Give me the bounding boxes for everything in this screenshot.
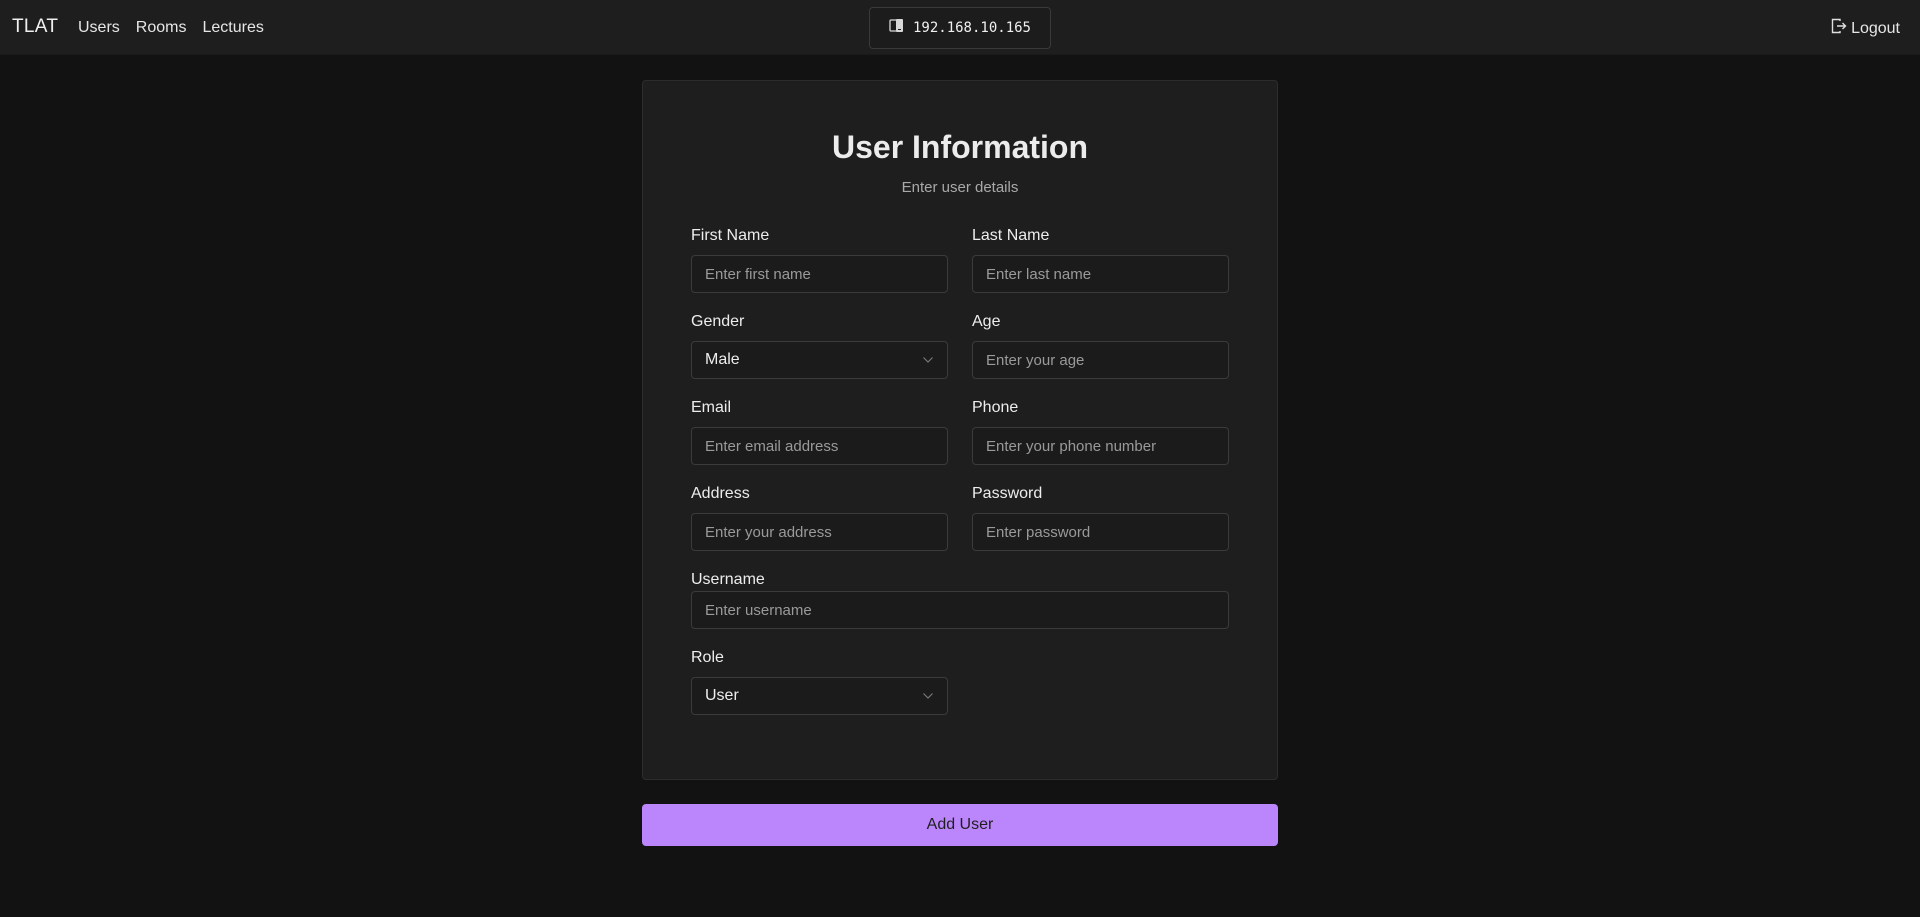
email-label: Email bbox=[691, 399, 732, 416]
add-user-button[interactable]: Add User bbox=[642, 804, 1278, 846]
username-group: Username bbox=[691, 571, 1229, 629]
chevron-down-icon bbox=[922, 687, 934, 705]
age-label: Age bbox=[972, 313, 1001, 330]
role-group: Role User bbox=[691, 649, 948, 715]
server-ip-indicator[interactable]: 192.168.10.165 bbox=[869, 7, 1051, 49]
last-name-label: Last Name bbox=[972, 227, 1050, 244]
gender-label: Gender bbox=[691, 313, 745, 330]
last-name-group: Last Name bbox=[972, 227, 1229, 293]
first-name-label: First Name bbox=[691, 227, 770, 244]
logout-icon bbox=[1831, 18, 1847, 39]
phone-label: Phone bbox=[972, 399, 1019, 416]
brand-logo[interactable]: TLAT bbox=[12, 16, 58, 38]
top-navbar: TLAT Users Rooms Lectures 192.168.10.165… bbox=[0, 0, 1920, 55]
form-title: User Information bbox=[831, 129, 1089, 165]
first-name-group: First Name bbox=[691, 227, 948, 293]
address-input[interactable] bbox=[691, 513, 948, 551]
first-name-input[interactable] bbox=[691, 255, 948, 293]
nav-link-lectures[interactable]: Lectures bbox=[202, 19, 263, 37]
logout-button[interactable]: Logout bbox=[1831, 18, 1900, 39]
user-info-card: User Information Enter user details Firs… bbox=[642, 80, 1278, 780]
age-input[interactable] bbox=[972, 341, 1229, 379]
gender-selected-value: Male bbox=[705, 351, 740, 368]
role-label: Role bbox=[691, 649, 724, 666]
server-ip-address: 192.168.10.165 bbox=[912, 20, 1031, 36]
password-label: Password bbox=[972, 485, 1043, 502]
phone-group: Phone bbox=[972, 399, 1229, 465]
email-group: Email bbox=[691, 399, 948, 465]
nav-link-users[interactable]: Users bbox=[78, 19, 120, 37]
age-group: Age bbox=[972, 313, 1229, 379]
last-name-input[interactable] bbox=[972, 255, 1229, 293]
phone-input[interactable] bbox=[972, 427, 1229, 465]
username-input[interactable] bbox=[691, 591, 1229, 629]
address-group: Address bbox=[691, 485, 948, 551]
logout-label: Logout bbox=[1851, 19, 1900, 37]
chevron-down-icon bbox=[922, 351, 934, 369]
role-select[interactable]: User bbox=[691, 677, 948, 715]
password-input[interactable] bbox=[972, 513, 1229, 551]
password-group: Password bbox=[972, 485, 1229, 551]
form-subtitle: Enter user details bbox=[901, 179, 1019, 196]
username-label: Username bbox=[691, 571, 765, 588]
nav-links: Users Rooms Lectures bbox=[78, 19, 264, 37]
email-input[interactable] bbox=[691, 427, 948, 465]
gender-select[interactable]: Male bbox=[691, 341, 948, 379]
address-label: Address bbox=[691, 485, 750, 502]
device-icon bbox=[889, 18, 905, 39]
nav-link-rooms[interactable]: Rooms bbox=[136, 19, 187, 37]
role-selected-value: User bbox=[705, 687, 739, 704]
gender-group: Gender Male bbox=[691, 313, 948, 379]
